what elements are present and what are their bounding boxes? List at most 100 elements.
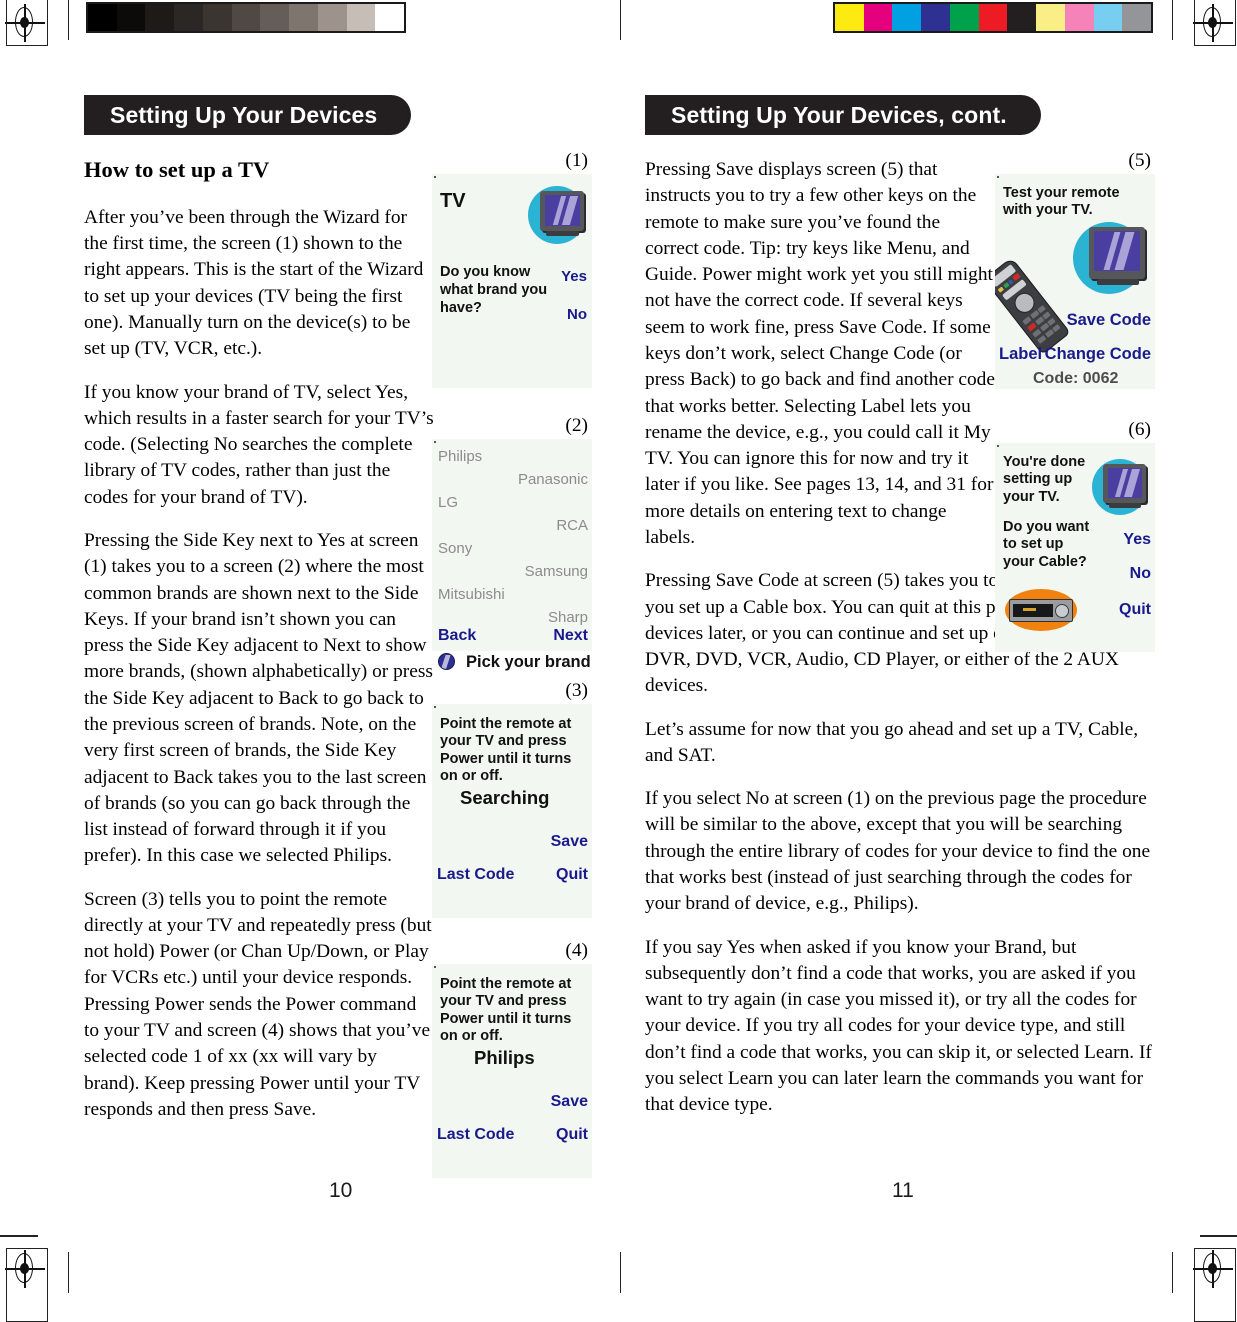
scan-tick — [434, 441, 436, 443]
tv-icon — [1090, 457, 1152, 521]
greyscale-calibration-bar — [86, 2, 406, 33]
screen-4-quit-button[interactable]: Quit — [556, 1126, 588, 1144]
remote-icon — [995, 257, 1071, 355]
crop-box-top-left — [6, 0, 48, 46]
scan-tick — [434, 966, 436, 968]
crop-tick-right — [1200, 1235, 1237, 1237]
screen-6-yes-option[interactable]: Yes — [1123, 531, 1151, 549]
crop-line-left-bottom — [68, 1252, 69, 1293]
screen-5-label-button[interactable]: Label — [999, 345, 1042, 364]
screen-4-last-code-button[interactable]: Last Code — [437, 1126, 514, 1144]
greyscale-swatch — [346, 4, 376, 31]
screen-4-status: Philips — [474, 1047, 535, 1068]
right-page-section-banner: Setting Up Your Devices, cont. — [645, 95, 1041, 135]
device-screen-4: Point the remote at your TV and press Po… — [432, 964, 592, 1178]
right-page-number: 11 — [892, 1179, 914, 1202]
color-swatch — [1064, 4, 1094, 31]
screen-1-no-option[interactable]: No — [567, 306, 587, 323]
right-paragraph-1: Pressing Save displays screen (5) that i… — [645, 159, 995, 548]
greyscale-swatch — [260, 4, 290, 31]
screen-5-change-code-button[interactable]: Change Code — [1045, 345, 1151, 364]
screen-6-done-message: You're done setting up your TV. — [1003, 454, 1086, 505]
screen-2-brand-mitsubishi[interactable]: Mitsubishi — [438, 586, 505, 603]
crop-box-bottom-left — [6, 1248, 48, 1322]
color-swatch — [892, 4, 922, 31]
cable-box-icon — [1001, 583, 1081, 637]
tv-icon — [1073, 220, 1151, 302]
crop-box-bottom-right — [1194, 1248, 1236, 1322]
scan-tick — [997, 445, 999, 447]
figure-screen-5: (5) Test your remote with your TV. Save … — [995, 150, 1155, 389]
screen-3-save-button[interactable]: Save — [551, 833, 588, 851]
right-paragraph-3: Let’s assume for now that you go ahead a… — [645, 718, 1139, 766]
greyscale-swatch — [289, 4, 318, 31]
screen-2-brand-philips[interactable]: Philips — [438, 448, 482, 465]
screen-1-question: Do you know what brand you have? — [440, 264, 548, 316]
crop-box-top-right — [1194, 0, 1236, 46]
screen-2-back-button[interactable]: Back — [438, 627, 476, 645]
greyscale-swatch — [231, 4, 261, 31]
left-paragraph-4: Screen (3) tells you to point the remote… — [84, 888, 432, 1120]
screen-2-pick-brand-prompt: Pick your brand — [466, 653, 591, 671]
scan-tick — [997, 176, 999, 178]
device-screen-2: Philips Panasonic LG RCA Sony Samsung Mi… — [432, 439, 592, 651]
screen-3-instruction: Point the remote at your TV and press Po… — [440, 716, 572, 784]
screen-4-save-button[interactable]: Save — [551, 1093, 588, 1111]
screen-6-question: Do you want to set up your Cable? — [1003, 519, 1090, 570]
figure-3-number: (3) — [565, 680, 588, 701]
color-swatch — [1122, 4, 1152, 31]
screen-2-brand-lg[interactable]: LG — [438, 494, 458, 511]
greyscale-swatch — [116, 4, 146, 31]
screen-2-next-button[interactable]: Next — [553, 627, 588, 645]
color-swatch — [1007, 4, 1037, 31]
figure-4-number: (4) — [565, 940, 588, 961]
crop-line-center-top — [620, 0, 621, 40]
screen-5-instruction: Test your remote with your TV. — [1003, 185, 1120, 219]
left-paragraph-3: Pressing the Side Key next to Yes at scr… — [84, 529, 433, 867]
left-paragraph-1: After you’ve been through the Wizard for… — [84, 206, 424, 360]
pick-brand-icon — [438, 653, 455, 670]
device-screen-5: Test your remote with your TV. Save Code… — [995, 174, 1155, 389]
screen-2-brand-rca[interactable]: RCA — [556, 517, 588, 534]
device-screen-1: TV Do you know what brand you have? Yes … — [432, 174, 592, 388]
right-paragraph-4: If you select No at screen (1) on the pr… — [645, 788, 1151, 915]
scan-tick — [434, 176, 436, 178]
left-page-number: 10 — [329, 1179, 353, 1202]
device-screen-6: You're done setting up your TV. Do you w… — [995, 443, 1155, 652]
color-swatch — [1036, 4, 1065, 31]
screen-5-code-value: Code: 0062 — [1033, 370, 1119, 387]
figure-1-number: (1) — [565, 150, 588, 171]
greyscale-swatch — [202, 4, 232, 31]
screen-2-brand-sharp[interactable]: Sharp — [548, 609, 588, 626]
greyscale-swatch — [88, 4, 117, 31]
color-swatch — [835, 4, 864, 31]
greyscale-swatch — [145, 4, 175, 31]
greyscale-swatch — [375, 4, 405, 31]
screen-6-quit-option[interactable]: Quit — [1119, 601, 1151, 619]
left-page-section-banner: Setting Up Your Devices — [84, 95, 412, 135]
screen-3-quit-button[interactable]: Quit — [556, 866, 588, 884]
color-swatch — [863, 4, 893, 31]
screen-6-no-option[interactable]: No — [1130, 565, 1151, 583]
device-screen-3: Point the remote at your TV and press Po… — [432, 704, 592, 918]
screen-3-status: Searching — [460, 787, 550, 808]
screen-2-brand-samsung[interactable]: Samsung — [525, 563, 588, 580]
figure-screen-6: (6) You're done setting up your TV. Do y… — [995, 419, 1155, 652]
figure-screen-1: (1) TV Do you know what brand you have? … — [432, 150, 592, 388]
screen-2-brand-panasonic[interactable]: Panasonic — [518, 471, 588, 488]
color-swatch — [921, 4, 950, 31]
crop-line-right-bottom — [1172, 1252, 1173, 1293]
screen-2-brand-sony[interactable]: Sony — [438, 540, 472, 557]
tv-icon — [526, 182, 590, 248]
greyscale-swatch — [317, 4, 347, 31]
screen-5-save-code-button[interactable]: Save Code — [1067, 311, 1151, 330]
figure-5-number: (5) — [1128, 150, 1151, 171]
crop-tick-left — [0, 1235, 38, 1237]
color-swatch — [949, 4, 979, 31]
figure-screen-2: (2) Philips Panasonic LG RCA Sony Samsun… — [432, 415, 592, 677]
screen-1-yes-option[interactable]: Yes — [561, 268, 587, 285]
screen-3-last-code-button[interactable]: Last Code — [437, 866, 514, 884]
crop-line-left-top — [68, 0, 69, 40]
right-paragraph-5: If you say Yes when asked if you know yo… — [645, 936, 1152, 1116]
crop-line-center-bottom — [620, 1252, 621, 1293]
